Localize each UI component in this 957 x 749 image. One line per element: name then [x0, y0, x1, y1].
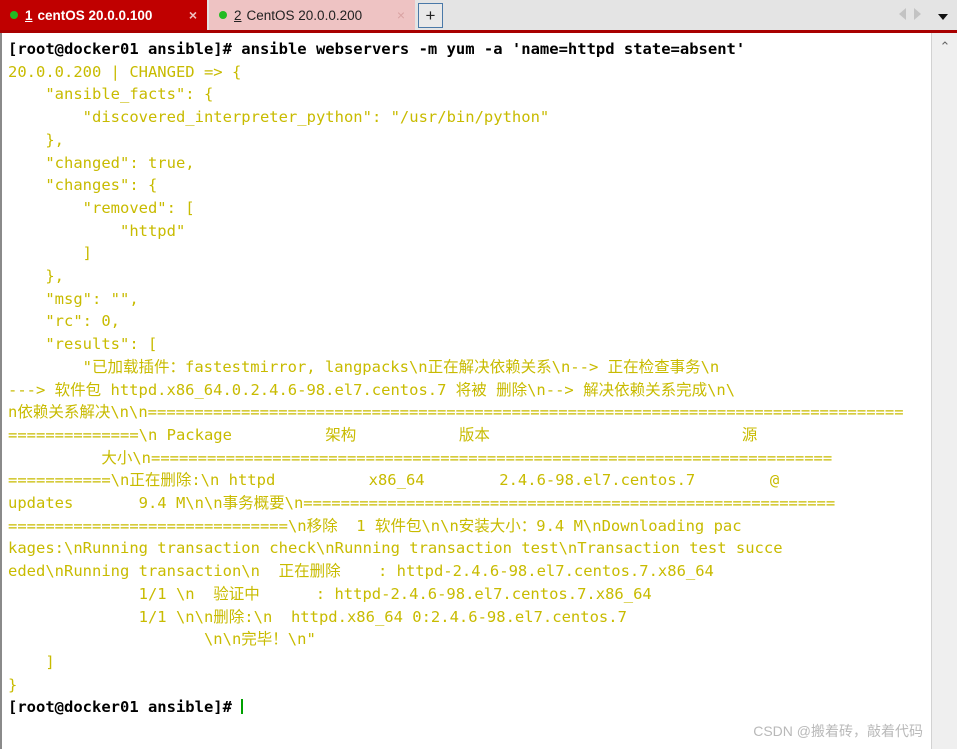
- watermark-label: CSDN @搬着砖，敲着代码: [753, 723, 923, 739]
- tab-title-label: CentOS 20.0.0.200: [246, 7, 363, 23]
- terminal-line: ===========\n正在删除:\n httpd x86_64 2.4.6-…: [8, 471, 780, 490]
- terminal-line: \n\n完毕！\n": [8, 630, 316, 649]
- tab-nav-controls: [899, 8, 921, 20]
- terminal-line: 1/1 \n 验证中 : httpd-2.4.6-98.el7.centos.7…: [8, 584, 652, 603]
- terminal-prompt-line: [root@docker01 ansible]#: [8, 696, 931, 719]
- terminal-line: },: [8, 130, 64, 149]
- terminal-line: "discovered_interpreter_python": "/usr/b…: [8, 108, 550, 127]
- nav-next-icon[interactable]: [914, 8, 921, 20]
- terminal-line: ]: [8, 244, 92, 263]
- terminal-line: "已加载插件：fastestmirror, langpacks\n正在解决依赖关…: [8, 357, 720, 376]
- close-tab-icon[interactable]: ×: [185, 7, 201, 23]
- tab-title-label: centOS 20.0.0.100: [37, 7, 153, 23]
- close-tab-icon[interactable]: ×: [393, 7, 409, 23]
- terminal-line: [root@docker01 ansible]# ansible webserv…: [8, 40, 746, 58]
- tab-index-label: 2: [234, 7, 242, 23]
- terminal-line: kages:\nRunning transaction check\nRunni…: [8, 539, 783, 558]
- new-tab-button[interactable]: +: [418, 3, 443, 28]
- terminal-line: "httpd": [8, 221, 186, 240]
- terminal-line: ==============\n Package 架构 版本 源: [8, 425, 758, 444]
- scroll-up-icon[interactable]: ⌃: [932, 39, 957, 55]
- terminal-line: "msg": "",: [8, 289, 139, 308]
- terminal-line: ---> 软件包 httpd.x86_64.0.2.4.6-98.el7.cen…: [8, 380, 736, 399]
- terminal-line: ]: [8, 652, 55, 671]
- terminal-line: "results": [: [8, 335, 158, 354]
- terminal-line: eded\nRunning transaction\n 正在删除 : httpd…: [8, 562, 714, 581]
- terminal-app-window: 1 centOS 20.0.0.100 × 2 CentOS 20.0.0.20…: [0, 0, 957, 749]
- terminal-line: }: [8, 675, 18, 694]
- vertical-scrollbar[interactable]: ⌃: [931, 33, 957, 749]
- tab-centos-200[interactable]: 2 CentOS 20.0.0.200 ×: [209, 0, 415, 30]
- chevron-down-icon[interactable]: [938, 14, 948, 20]
- terminal-line: },: [8, 267, 64, 286]
- terminal-line: ==============================\n移除 1 软件包…: [8, 516, 742, 535]
- tab-bar: 1 centOS 20.0.0.100 × 2 CentOS 20.0.0.20…: [0, 0, 957, 33]
- terminal-output-pane[interactable]: [root@docker01 ansible]# ansible webserv…: [0, 33, 931, 749]
- terminal-line: "changes": {: [8, 176, 158, 195]
- terminal-line: "rc": 0,: [8, 312, 120, 331]
- terminal-line: "removed": [: [8, 198, 195, 217]
- terminal-line: 20.0.0.200 | CHANGED => {: [8, 62, 242, 81]
- terminal-prompt-text: [root@docker01 ansible]#: [8, 698, 242, 717]
- terminal-line: updates 9.4 M\n\n事务概要\n=================…: [8, 494, 836, 513]
- session-status-dot-icon: [10, 11, 18, 19]
- terminal-cursor: [241, 699, 244, 715]
- nav-prev-icon[interactable]: [899, 8, 906, 20]
- terminal-line: 1/1 \n\n删除:\n httpd.x86_64 0:2.4.6-98.el…: [8, 607, 627, 626]
- terminal-line: n依赖关系解决\n\n=============================…: [8, 403, 904, 422]
- tab-index-label: 1: [25, 7, 33, 23]
- session-status-dot-icon: [219, 11, 227, 19]
- terminal-line: 大小\n====================================…: [8, 448, 833, 467]
- terminal-line: "ansible_facts": {: [8, 85, 214, 104]
- terminal-line: "changed": true,: [8, 153, 195, 172]
- tab-centos-100[interactable]: 1 centOS 20.0.0.100 ×: [0, 0, 207, 30]
